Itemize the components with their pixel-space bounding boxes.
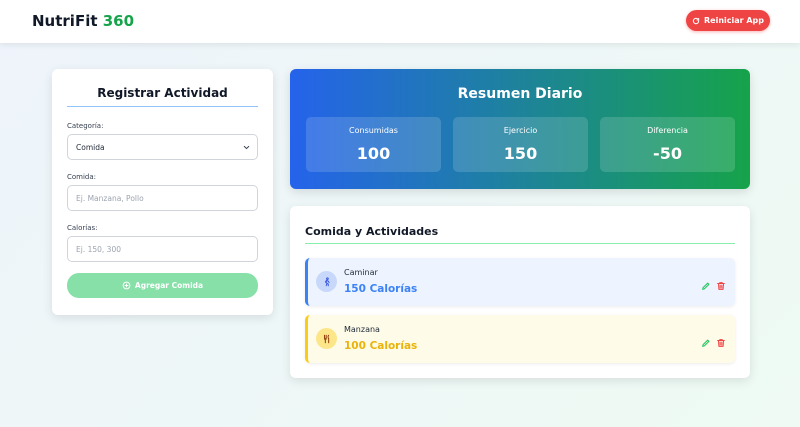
add-food-label: Agregar Comida bbox=[134, 281, 204, 290]
stat-exercise-label: Ejercicio bbox=[503, 126, 538, 135]
form-title: Registrar Actividad bbox=[97, 86, 228, 100]
food-name-label: Comida: bbox=[67, 173, 97, 181]
brand-logo: NutriFit 360 bbox=[32, 12, 134, 30]
reset-app-button[interactable]: Reiniciar App bbox=[686, 10, 770, 31]
list-item: Caminar 150 Calorías bbox=[305, 258, 735, 306]
stat-difference: Diferencia -50 bbox=[600, 117, 735, 172]
reset-icon bbox=[692, 17, 700, 24]
stat-consumed: Consumidas 100 bbox=[306, 117, 441, 172]
entries-title: Comida y Actividades bbox=[305, 225, 439, 238]
category-value: Comida bbox=[76, 142, 105, 152]
item-name: Manzana bbox=[344, 325, 380, 334]
item-calories: 150 Calorías bbox=[344, 283, 418, 295]
add-food-button[interactable]: Agregar Comida bbox=[67, 273, 258, 298]
app-header: NutriFit 360 Reiniciar App bbox=[0, 0, 800, 43]
pencil-icon bbox=[702, 282, 710, 290]
entries-divider bbox=[305, 243, 735, 244]
stat-consumed-label: Consumidas bbox=[349, 126, 398, 135]
walking-icon bbox=[316, 271, 337, 292]
calories-placeholder: Ej. 150, 300 bbox=[76, 244, 121, 254]
category-label: Categoría: bbox=[67, 122, 104, 130]
trash-icon bbox=[717, 282, 725, 290]
food-name-placeholder: Ej. Manzana, Pollo bbox=[76, 193, 144, 203]
stat-exercise-value: 150 bbox=[503, 144, 538, 163]
reset-app-label: Reiniciar App bbox=[703, 16, 765, 25]
activity-form-panel: Registrar Actividad Categoría: Comida Co… bbox=[52, 69, 273, 315]
summary-title: Resumen Diario bbox=[457, 86, 583, 102]
daily-summary-card: Resumen Diario Consumidas 100 Ejercicio … bbox=[290, 69, 750, 189]
stat-difference-label: Diferencia bbox=[647, 126, 688, 135]
category-select[interactable]: Comida bbox=[67, 134, 258, 160]
brand-name: NutriFit bbox=[32, 12, 98, 30]
item-name: Caminar bbox=[344, 268, 378, 277]
calories-label: Calorías: bbox=[67, 224, 98, 232]
food-name-input[interactable]: Ej. Manzana, Pollo bbox=[67, 185, 258, 211]
edit-button[interactable] bbox=[701, 276, 711, 290]
utensils-icon bbox=[316, 328, 337, 349]
stat-difference-value: -50 bbox=[653, 144, 682, 163]
brand-number: 360 bbox=[102, 12, 135, 30]
trash-icon bbox=[717, 339, 725, 347]
delete-button[interactable] bbox=[716, 333, 726, 347]
calories-input[interactable]: Ej. 150, 300 bbox=[67, 236, 258, 262]
list-item: Manzana 100 Calorías bbox=[305, 315, 735, 363]
plus-circle-icon bbox=[122, 281, 131, 290]
edit-button[interactable] bbox=[701, 333, 711, 347]
stat-consumed-value: 100 bbox=[356, 144, 391, 163]
pencil-icon bbox=[702, 339, 710, 347]
item-calories: 100 Calorías bbox=[344, 340, 418, 352]
form-title-divider bbox=[67, 106, 258, 107]
entries-panel: Comida y Actividades Caminar 150 Caloría… bbox=[290, 206, 750, 378]
stat-exercise: Ejercicio 150 bbox=[453, 117, 588, 172]
delete-button[interactable] bbox=[716, 276, 726, 290]
chevron-down-icon bbox=[243, 145, 250, 150]
